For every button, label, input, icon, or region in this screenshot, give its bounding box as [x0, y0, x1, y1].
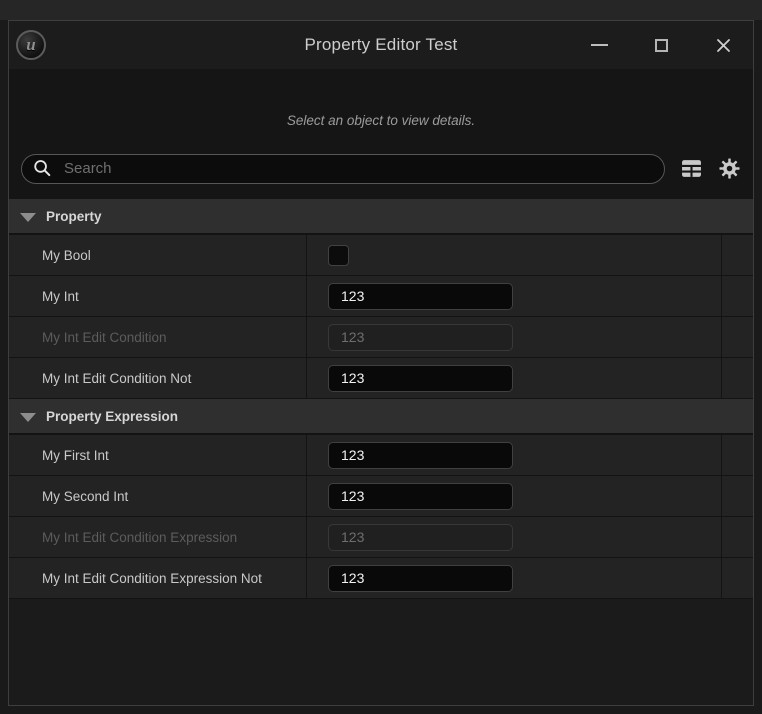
property-value-cell: [307, 276, 722, 316]
close-button[interactable]: [713, 35, 733, 55]
settings-button[interactable]: [718, 157, 741, 180]
row-end-spacer: [722, 476, 753, 516]
search-toolbar: [21, 153, 741, 184]
property-value-cell: [307, 317, 722, 357]
property-row-my-second-int: My Second Int: [9, 476, 753, 517]
property-value-cell: [307, 235, 722, 275]
gear-icon: [718, 157, 741, 180]
property-row-my-int-edit-condition-expression: My Int Edit Condition Expression: [9, 517, 753, 558]
row-end-spacer: [722, 235, 753, 275]
property-label: My First Int: [42, 448, 109, 463]
property-row-my-int-edit-condition-expression-not: My Int Edit Condition Expression Not: [9, 558, 753, 599]
property-label: My Int Edit Condition: [42, 330, 167, 345]
property-name-cell: My Int Edit Condition Expression: [9, 517, 307, 557]
property-label: My Int Edit Condition Expression Not: [42, 571, 262, 586]
property-value-cell: [307, 435, 722, 475]
property-editor-window: u Property Editor Test Select an object …: [8, 20, 754, 706]
property-name-cell: My Int Edit Condition: [9, 317, 307, 357]
empty-area: [9, 599, 753, 705]
my-second-int-input[interactable]: [328, 483, 513, 510]
property-row-my-bool: My Bool: [9, 235, 753, 276]
row-end-spacer: [722, 435, 753, 475]
property-label: My Second Int: [42, 489, 128, 504]
row-end-spacer: [722, 317, 753, 357]
property-value-cell: [307, 558, 722, 598]
my-int-edit-condition-expression-not-input[interactable]: [328, 565, 513, 592]
property-name-cell: My Int Edit Condition Not: [9, 358, 307, 398]
chevron-down-icon: [20, 413, 36, 422]
unreal-engine-logo: u: [16, 30, 46, 60]
category-label: Property Expression: [46, 409, 178, 424]
property-name-cell: My Bool: [9, 235, 307, 275]
my-int-edit-condition-expression-input: [328, 524, 513, 551]
category-section-property: Property My Bool My Int My Int Edit Cond…: [9, 199, 753, 399]
row-end-spacer: [722, 517, 753, 557]
property-value-cell: [307, 476, 722, 516]
category-header[interactable]: Property: [9, 199, 753, 235]
title-bar[interactable]: u Property Editor Test: [9, 21, 753, 69]
property-name-cell: My Int Edit Condition Expression Not: [9, 558, 307, 598]
property-name-cell: My Second Int: [9, 476, 307, 516]
maximize-button[interactable]: [651, 35, 671, 55]
property-value-cell: [307, 358, 722, 398]
property-label: My Bool: [42, 248, 91, 263]
chevron-down-icon: [20, 213, 36, 222]
page-background-strip: [0, 0, 762, 20]
property-value-cell: [307, 517, 722, 557]
my-first-int-input[interactable]: [328, 442, 513, 469]
close-icon: [714, 36, 733, 55]
details-panel: Select an object to view details.: [9, 69, 753, 705]
property-row-my-int-edit-condition-not: My Int Edit Condition Not: [9, 358, 753, 399]
category-label: Property: [46, 209, 102, 224]
my-int-edit-condition-not-input[interactable]: [328, 365, 513, 392]
minimize-icon: [591, 44, 608, 46]
property-label: My Int: [42, 289, 79, 304]
property-name-cell: My Int: [9, 276, 307, 316]
search-box[interactable]: [21, 154, 665, 184]
maximize-icon: [655, 39, 668, 52]
property-grid: Property My Bool My Int My Int Edit Cond…: [9, 199, 753, 599]
property-row-my-int: My Int: [9, 276, 753, 317]
search-input[interactable]: [62, 159, 652, 178]
category-header[interactable]: Property Expression: [9, 399, 753, 435]
my-int-edit-condition-input: [328, 324, 513, 351]
category-section-property-expression: Property Expression My First Int My Seco…: [9, 399, 753, 599]
row-end-spacer: [722, 358, 753, 398]
category-rows: My First Int My Second Int My Int Edit C…: [9, 435, 753, 599]
empty-selection-hint: Select an object to view details.: [9, 113, 753, 129]
property-label: My Int Edit Condition Expression: [42, 530, 237, 545]
my-bool-checkbox[interactable]: [328, 245, 349, 266]
row-end-spacer: [722, 276, 753, 316]
minimize-button[interactable]: [589, 35, 609, 55]
property-row-my-first-int: My First Int: [9, 435, 753, 476]
property-row-my-int-edit-condition: My Int Edit Condition: [9, 317, 753, 358]
search-icon: [32, 158, 53, 179]
category-rows: My Bool My Int My Int Edit Condition My …: [9, 235, 753, 399]
table-view-icon: [681, 158, 702, 179]
my-int-input[interactable]: [328, 283, 513, 310]
property-name-cell: My First Int: [9, 435, 307, 475]
display-options-button[interactable]: [681, 158, 702, 179]
window-controls: [589, 21, 733, 69]
row-end-spacer: [722, 558, 753, 598]
property-label: My Int Edit Condition Not: [42, 371, 191, 386]
